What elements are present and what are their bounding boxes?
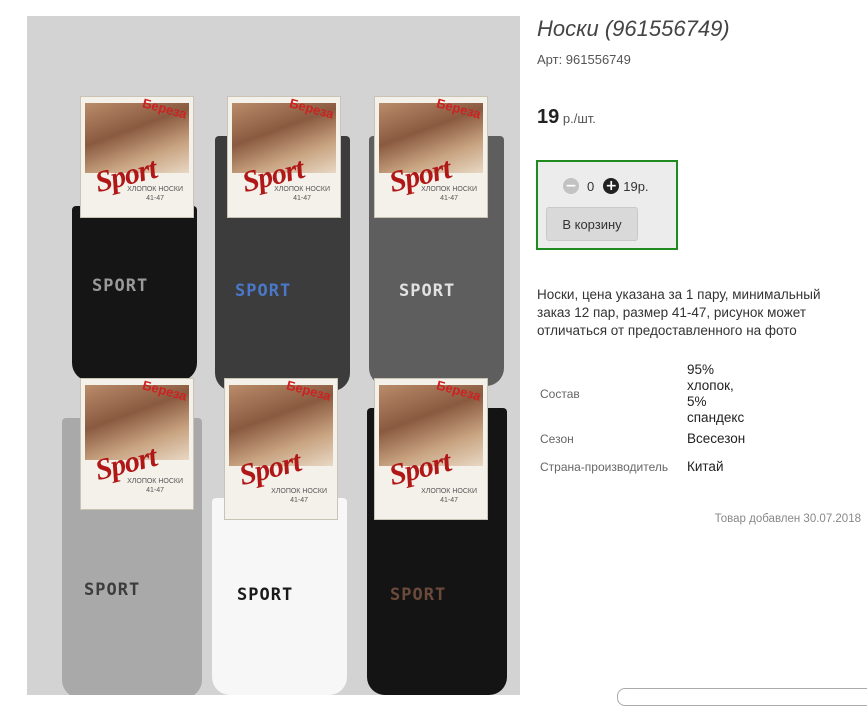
package-card: Береза Sport ХЛОПОК НОСКИ 41-47 bbox=[227, 95, 341, 218]
sock-pack-5: Береза Sport ХЛОПОК НОСКИ 41-47 SPORT bbox=[212, 377, 352, 695]
card-caption: ХЛОПОК НОСКИ 41-47 bbox=[271, 488, 327, 504]
spec-label: Сезон bbox=[540, 432, 574, 446]
sock-print: SPORT bbox=[237, 585, 294, 605]
spec-row: Состав 95% хлопок, 5% спандекс bbox=[537, 362, 757, 426]
sock-print: SPORT bbox=[84, 580, 141, 600]
add-to-cart-box: − 0 + 19р. В корзину bbox=[536, 160, 678, 250]
quantity-stepper: − 0 + 19р. bbox=[563, 178, 649, 194]
article-number: Арт: 961556749 bbox=[537, 52, 631, 67]
package-card: Береза Sport ХЛОПОК НОСКИ 41-47 bbox=[80, 95, 194, 218]
product-description: Носки, цена указана за 1 пару, минимальн… bbox=[537, 287, 821, 338]
sock-print: SPORT bbox=[92, 276, 149, 296]
price-value: 19 bbox=[537, 106, 560, 128]
specs-table: Состав 95% хлопок, 5% спандекс Сезон Все… bbox=[537, 362, 757, 482]
sock-print: SPORT bbox=[390, 585, 447, 605]
sock-pack-6: Береза Sport ХЛОПОК НОСКИ 41-47 SPORT bbox=[362, 377, 512, 695]
sock-pack-3: Береза Sport ХЛОПОК НОСКИ 41-47 SPORT bbox=[369, 95, 509, 396]
spec-row: Страна-производитель Китай bbox=[537, 452, 757, 482]
spec-row: Сезон Всесезон bbox=[537, 426, 757, 452]
plus-icon[interactable]: + bbox=[603, 178, 620, 194]
card-caption: ХЛОПОК НОСКИ 41-47 bbox=[127, 186, 183, 202]
add-to-cart-button[interactable]: В корзину bbox=[546, 207, 638, 241]
sock-print: SPORT bbox=[235, 281, 292, 301]
card-caption: ХЛОПОК НОСКИ 41-47 bbox=[127, 478, 183, 494]
spec-value: Всесезон bbox=[687, 431, 746, 446]
package-card: Береза Sport ХЛОПОК НОСКИ 41-47 bbox=[224, 377, 338, 520]
sock-pack-1: Береза Sport ХЛОПОК НОСКИ 41-47 SPORT bbox=[72, 95, 202, 396]
card-caption: ХЛОПОК НОСКИ 41-47 bbox=[421, 488, 477, 504]
scroll-widget[interactable] bbox=[617, 688, 867, 706]
sock-pack-4: Береза Sport ХЛОПОК НОСКИ 41-47 SPORT bbox=[62, 377, 207, 695]
spec-label: Состав bbox=[540, 387, 580, 401]
added-date: Товар добавлен 30.07.2018 bbox=[714, 513, 861, 525]
spec-label: Страна-производитель bbox=[540, 460, 669, 474]
product-title: Носки (961556749) bbox=[537, 16, 730, 41]
spec-value: 95% хлопок, 5% спандекс bbox=[687, 362, 745, 425]
card-caption: ХЛОПОК НОСКИ 41-47 bbox=[421, 186, 477, 202]
sock-print: SPORT bbox=[399, 281, 456, 301]
package-card: Береза Sport ХЛОПОК НОСКИ 41-47 bbox=[374, 377, 488, 520]
spec-value: Китай bbox=[687, 459, 724, 474]
package-card: Береза Sport ХЛОПОК НОСКИ 41-47 bbox=[374, 95, 488, 218]
price: 19 р./шт. bbox=[537, 106, 596, 129]
card-caption: ХЛОПОК НОСКИ 41-47 bbox=[274, 186, 330, 202]
price-unit: р./шт. bbox=[562, 111, 596, 126]
product-photo[interactable]: Береза Sport ХЛОПОК НОСКИ 41-47 SPORT Бер… bbox=[27, 16, 520, 695]
minus-icon[interactable]: − bbox=[563, 178, 579, 194]
package-card: Береза Sport ХЛОПОК НОСКИ 41-47 bbox=[80, 377, 194, 510]
total-price: 19р. bbox=[623, 178, 649, 194]
quantity-value: 0 bbox=[587, 178, 595, 194]
sock-pack-2: Береза Sport ХЛОПОК НОСКИ 41-47 SPORT bbox=[215, 95, 355, 396]
